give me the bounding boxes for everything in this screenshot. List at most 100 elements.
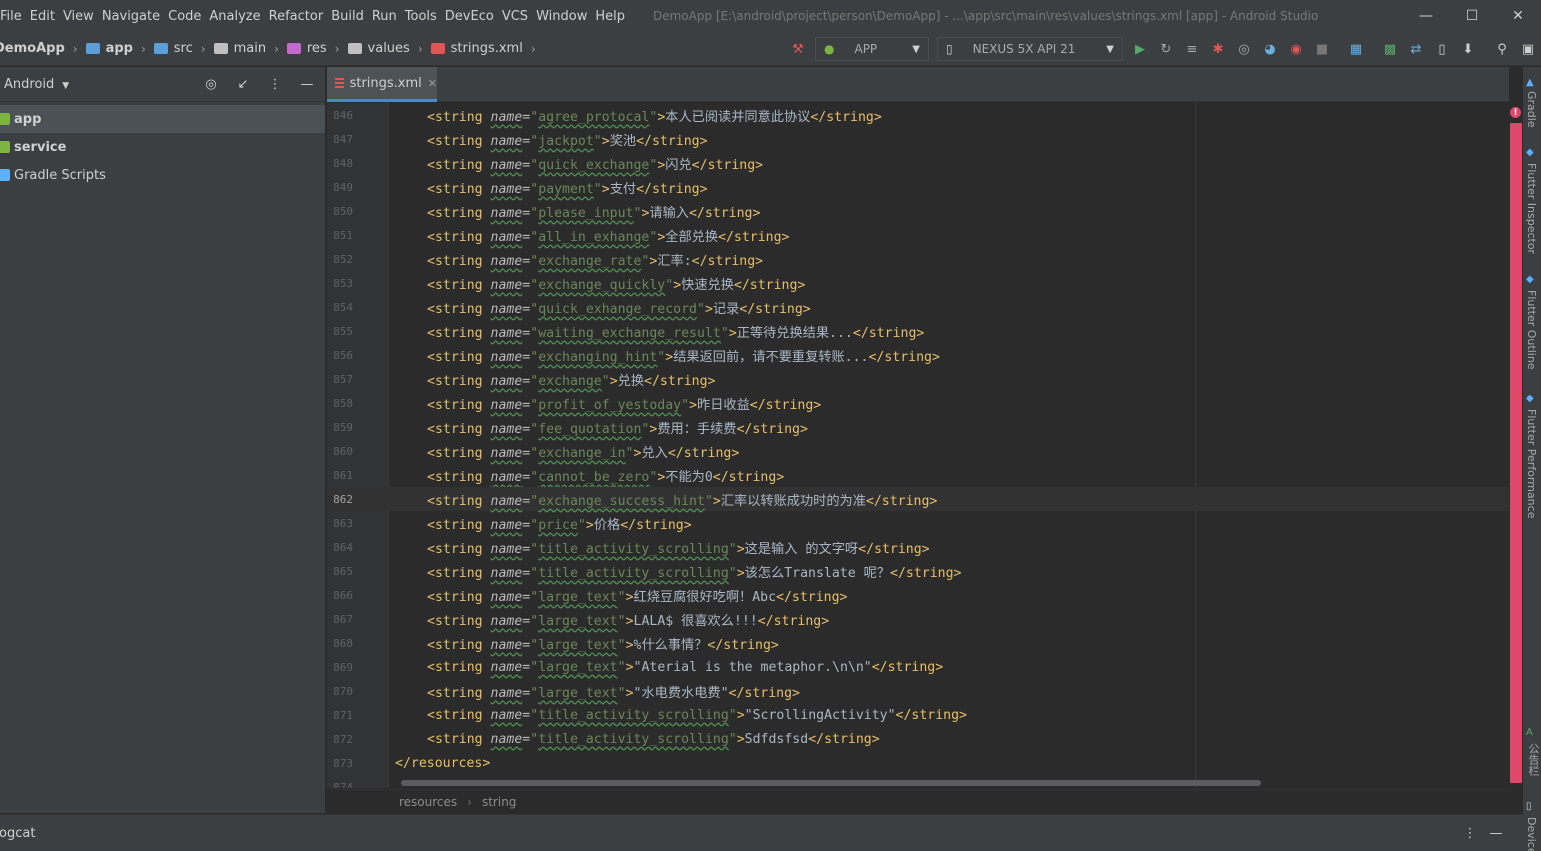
target-icon[interactable]: ◎: [199, 77, 223, 92]
tool-announcement[interactable]: 公告栏: [1525, 743, 1541, 776]
tree-item[interactable]: Gradle Scripts: [0, 161, 325, 189]
more-options-icon[interactable]: ⋮: [1457, 826, 1483, 841]
apply-changes-icon[interactable]: ↻: [1153, 36, 1179, 62]
breadcrumb-item[interactable]: main: [213, 41, 266, 56]
code-line[interactable]: 847 <string name="jackpot">奖池</string>: [327, 127, 1509, 151]
hide-panel-icon[interactable]: —: [1483, 826, 1509, 841]
avd-manager-icon[interactable]: ▯: [1429, 36, 1455, 62]
close-tab-icon[interactable]: ✕: [428, 77, 437, 90]
code-line[interactable]: 851 <string name="all_in_exhange">全部兑换</s…: [327, 223, 1509, 247]
close-window-icon[interactable]: ✕: [1495, 0, 1541, 32]
maximize-icon[interactable]: ☐: [1449, 0, 1495, 32]
more-options-icon[interactable]: ⋮: [263, 77, 287, 92]
code-line[interactable]: 862 <string name="exchange_success_hint">…: [327, 487, 1509, 511]
code-line[interactable]: 867 <string name="large_text">LALA$ 很喜欢么!…: [327, 607, 1509, 631]
code-line[interactable]: 863 <string name="price">价格</string>: [327, 511, 1509, 535]
code-line[interactable]: 852 <string name="exchange_rate">汇率:</str…: [327, 247, 1509, 271]
code-line[interactable]: 864 <string name="title_activity_scrollin…: [327, 535, 1509, 559]
tool-flutter-inspector[interactable]: Flutter Inspector: [1525, 163, 1538, 254]
error-marker-bar[interactable]: [1510, 123, 1522, 783]
xml-quote: ": [617, 659, 626, 675]
device-select[interactable]: ▯ NEXUS 5X API 21 ▼: [937, 37, 1123, 61]
debug-icon[interactable]: ✱: [1205, 36, 1231, 62]
run-icon[interactable]: ▶: [1127, 36, 1153, 62]
breadcrumb-item[interactable]: DemoApp: [0, 41, 65, 56]
code-line[interactable]: 871 <string name="title_activity_scrollin…: [327, 703, 1509, 727]
terminal-icon[interactable]: ▩: [1377, 36, 1403, 62]
tree-item[interactable]: app: [0, 105, 325, 133]
code-line[interactable]: 850 <string name="please_input">请输入</stri…: [327, 199, 1509, 223]
code-line[interactable]: 858 <string name="profit_of_yestoday">昨日收…: [327, 391, 1509, 415]
code-line[interactable]: 866 <string name="large_text">红烧豆腐很好吃啊！Ab…: [327, 583, 1509, 607]
search-icon[interactable]: ⚲: [1489, 36, 1515, 62]
menu-window[interactable]: Window: [530, 9, 593, 24]
code-line[interactable]: 870 <string name="large_text">"水电费水电费"</s…: [327, 679, 1509, 703]
run-config-select[interactable]: ● APP ▼: [815, 37, 929, 61]
xml-attr-name: name: [490, 277, 523, 293]
menu-view[interactable]: View: [57, 9, 100, 24]
stop-icon[interactable]: ■: [1309, 36, 1335, 62]
tree-item[interactable]: service: [0, 133, 325, 161]
layout-icon[interactable]: ▦: [1343, 36, 1369, 62]
profile-icon[interactable]: ◕: [1257, 36, 1283, 62]
menu-refactor[interactable]: Refactor: [263, 9, 330, 24]
code-line[interactable]: 859 <string name="fee_quotation">费用：手续费</…: [327, 415, 1509, 439]
menu-navigate[interactable]: Navigate: [96, 9, 166, 24]
tool-gradle[interactable]: Gradle: [1525, 91, 1538, 128]
tool-flutter-performance[interactable]: Flutter Performance: [1525, 409, 1538, 518]
code-line[interactable]: 873 </resources>: [327, 751, 1509, 775]
breadcrumb-string[interactable]: string: [482, 795, 516, 809]
logcat-title[interactable]: Logcat: [0, 826, 35, 841]
breadcrumb-item[interactable]: strings.xml: [430, 41, 523, 56]
collapse-all-icon[interactable]: ↙: [231, 77, 255, 92]
breadcrumb-item[interactable]: res: [286, 41, 327, 56]
breadcrumb-item[interactable]: values: [347, 41, 410, 56]
menu-tools[interactable]: Tools: [399, 9, 443, 24]
menu-deveco[interactable]: DevEco: [439, 9, 500, 24]
code-line[interactable]: 855 <string name="waiting_exchange_result…: [327, 319, 1509, 343]
string-name: exchange_rate: [538, 253, 642, 269]
breadcrumb-item[interactable]: app: [85, 41, 133, 56]
minimize-icon[interactable]: —: [1403, 0, 1449, 32]
code-line[interactable]: 865 <string name="title_activity_scrollin…: [327, 559, 1509, 583]
hammer-icon[interactable]: ⚒: [785, 36, 811, 62]
tab-strings-xml[interactable]: strings.xml ✕: [327, 67, 437, 102]
code-editor[interactable]: 846 <string name="agree_protocal">本人已阅读并同…: [327, 103, 1509, 788]
menu-edit[interactable]: Edit: [24, 9, 61, 24]
breadcrumb: DemoApp › app › src › main › res › values › strings.…: [0, 32, 544, 65]
sync-icon[interactable]: ⇄: [1403, 36, 1429, 62]
code-line[interactable]: 846 <string name="agree_protocal">本人已阅读并同…: [327, 103, 1509, 127]
error-indicator-icon[interactable]: !: [1510, 107, 1521, 118]
hide-panel-icon[interactable]: —: [295, 77, 319, 92]
code-line[interactable]: 868 <string name="large_text">%什么事情？</str…: [327, 631, 1509, 655]
code-line[interactable]: 869 <string name="large_text">"Aterial is…: [327, 655, 1509, 679]
tool-flutter-outline[interactable]: Flutter Outline: [1525, 290, 1538, 370]
menu-vcs[interactable]: VCS: [496, 9, 534, 24]
code-line[interactable]: 848 <string name="quick_exchange">闪兑</str…: [327, 151, 1509, 175]
menu-analyze[interactable]: Analyze: [203, 9, 266, 24]
code-line[interactable]: 854 <string name="quick_exhange_record">记…: [327, 295, 1509, 319]
horizontal-scrollbar[interactable]: [401, 780, 1261, 786]
attach-process-icon[interactable]: ◉: [1283, 36, 1309, 62]
menu-run[interactable]: Run: [366, 9, 403, 24]
breadcrumb-item[interactable]: src: [153, 41, 193, 56]
code-line[interactable]: 861 <string name="cannot_be_zero">不能为0</s…: [327, 463, 1509, 487]
code-line[interactable]: 860 <string name="exchange_in">兑入</string…: [327, 439, 1509, 463]
menu-code[interactable]: Code: [162, 9, 207, 24]
attach-debugger-icon[interactable]: ◎: [1231, 36, 1257, 62]
sdk-manager-icon[interactable]: ⬇: [1455, 36, 1481, 62]
code-line[interactable]: 853 <string name="exchange_quickly">快速兑换<…: [327, 271, 1509, 295]
code-line[interactable]: 856 <string name="exchanging_hint">结果返回前，…: [327, 343, 1509, 367]
tool-device[interactable]: Device: [1525, 817, 1538, 851]
code-line[interactable]: 857 <string name="exchange">兑换</string>: [327, 367, 1509, 391]
menu-bar: File Edit View Navigate Code Analyze Refactor B…: [0, 0, 1541, 32]
menu-build[interactable]: Build: [325, 9, 370, 24]
apply-code-changes-icon[interactable]: ≡: [1179, 36, 1205, 62]
project-structure-icon[interactable]: ▣: [1515, 36, 1541, 62]
project-view-select[interactable]: Android ▼: [4, 77, 69, 92]
xml-tag-close: >: [736, 541, 745, 557]
menu-help[interactable]: Help: [589, 9, 631, 24]
code-line[interactable]: 849 <string name="payment">支付</string>: [327, 175, 1509, 199]
breadcrumb-resources[interactable]: resources: [399, 795, 457, 809]
code-line[interactable]: 872 <string name="title_activity_scrollin…: [327, 727, 1509, 751]
